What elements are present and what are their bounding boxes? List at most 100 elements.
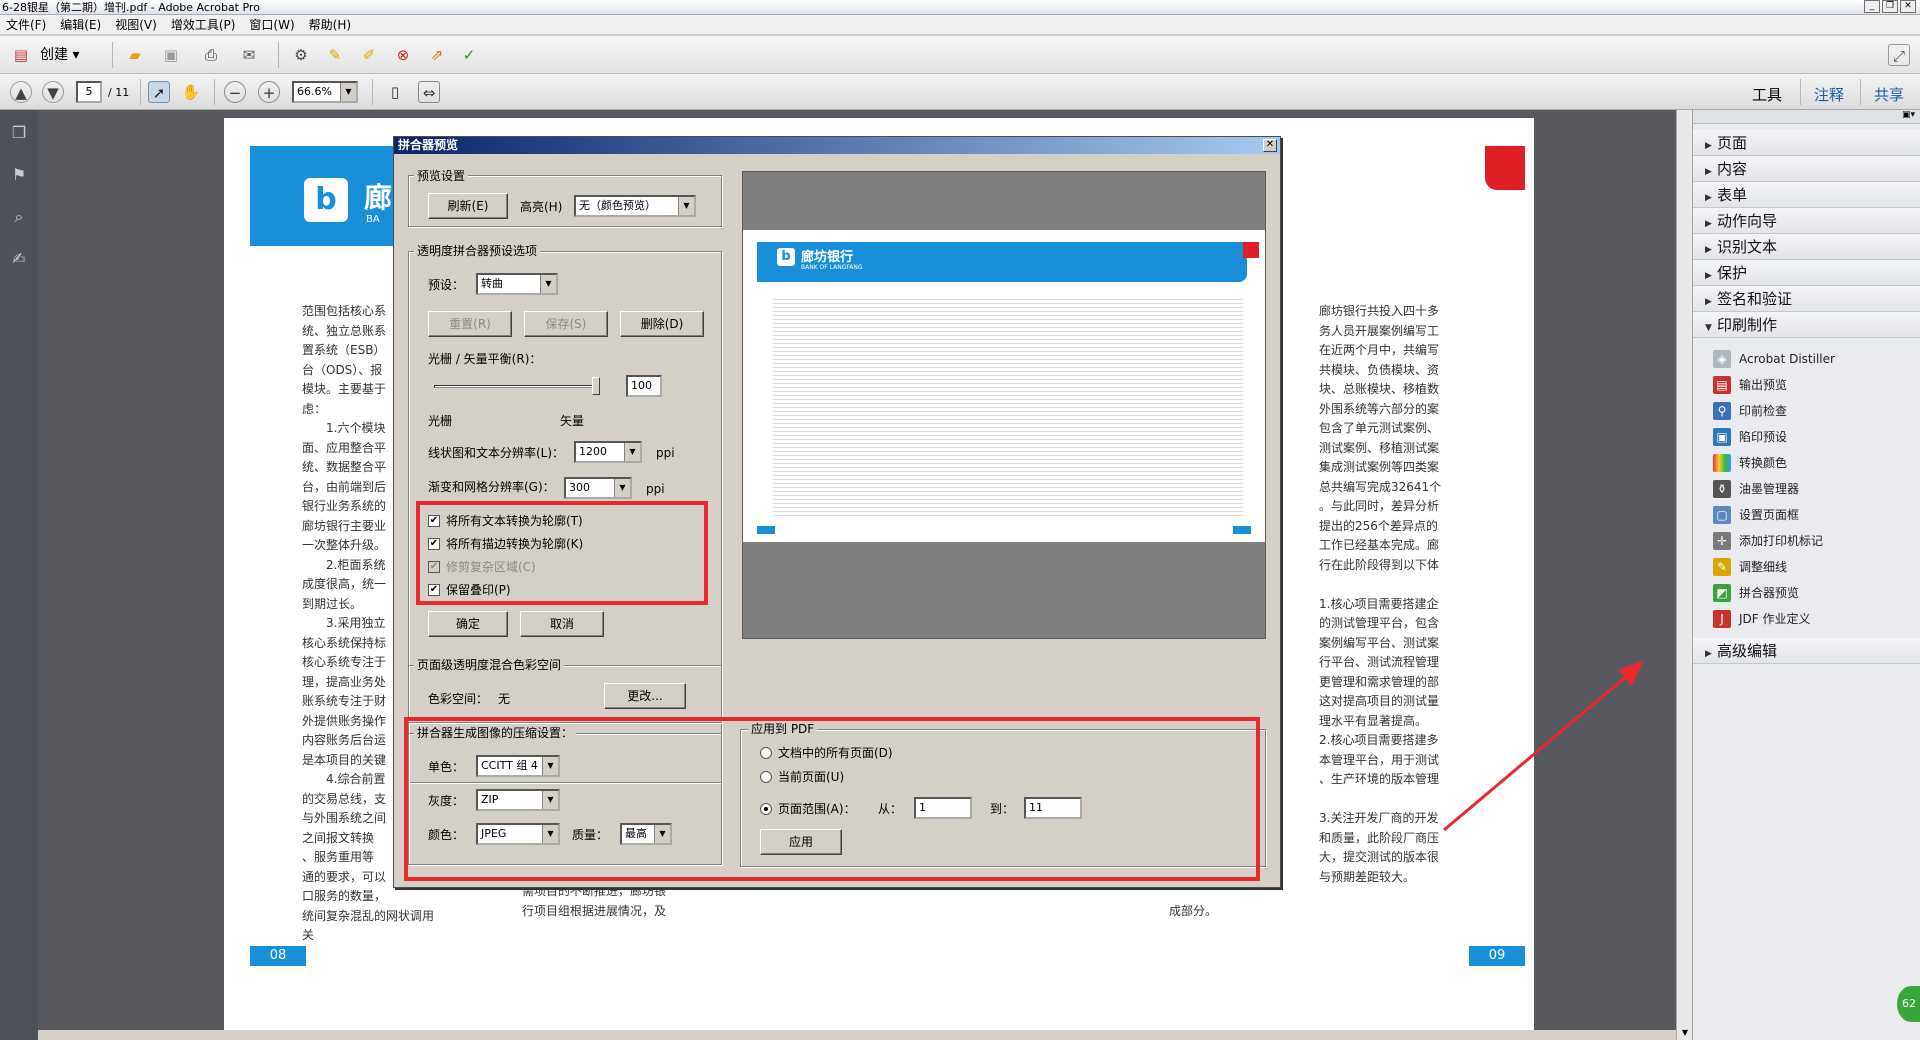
fullscreen-icon[interactable]: ⤢ [1888,44,1910,66]
zoom-select[interactable]: 66.6% ▼ [292,81,358,103]
comment-icon[interactable]: ✎ [324,44,346,66]
create-button[interactable]: 创建 ▾ [40,46,79,64]
dialog-close-icon[interactable]: ✕ [1263,139,1277,152]
change-color-space-button[interactable]: 更改... [604,683,686,709]
tool-trap-presets[interactable]: ▣ 陷印预设 [1713,424,1787,450]
window-title-bar: 6-28银星（第二期）增刊.pdf - Adobe Acrobat Pro [0,0,1920,15]
tool-jdf-job-definitions[interactable]: J JDF 作业定义 [1713,606,1811,632]
refresh-button[interactable]: 刷新(E) [428,193,508,219]
section-action-wizard[interactable]: ▶ 动作向导 [1693,208,1920,234]
menu-edit[interactable]: 编辑(E) [60,15,101,34]
text-line: 。与此同时，差异分析 [1319,499,1440,513]
section-print-production[interactable]: ▼ 印刷制作 [1693,312,1920,338]
caret-right-icon: ▶ [1705,649,1712,659]
redact-icon[interactable]: ⊗ [392,44,414,66]
printer-marks-icon: ✛ [1713,532,1731,550]
fit-width-icon[interactable]: ⇔ [418,81,440,103]
convert-colors-icon [1713,454,1731,472]
tool-output-preview[interactable]: ▤ 输出预览 [1713,372,1787,398]
text-line: 口服务的数量， [302,889,387,903]
floating-badge[interactable]: 62 [1897,986,1920,1022]
line-art-resolution-select[interactable]: 1200 ▼ [574,441,642,463]
menu-window[interactable]: 窗口(W) [249,15,294,34]
section-forms[interactable]: ▶ 表单 [1693,182,1920,208]
tool-set-page-boxes[interactable]: ▢ 设置页面框 [1713,502,1799,528]
menu-plugins[interactable]: 增效工具(P) [171,15,236,34]
tab-tools[interactable]: 工具 [1752,84,1782,105]
email-icon[interactable]: ✉ [238,44,260,66]
ok-button[interactable]: 确定 [428,611,508,637]
zoom-out-icon[interactable]: − [224,81,246,103]
restore-button[interactable]: ❐ [1882,0,1898,13]
tool-ink-manager[interactable]: ⚱ 油墨管理器 [1713,476,1799,502]
section-content[interactable]: ▶ 内容 [1693,156,1920,182]
print-icon[interactable]: ⎙ [200,44,222,66]
tool-flattener-preview[interactable]: ◩ 拼合器预览 [1713,580,1799,606]
hand-tool-icon[interactable]: ✋ [180,81,202,103]
highlight-icon[interactable]: ✐ [358,44,380,66]
annotation-highlight-box-options [416,501,708,605]
section-advanced-editing[interactable]: ▶ 高级编辑 [1693,638,1920,664]
scroll-down-icon[interactable]: ▼ [1679,1028,1691,1038]
text-line: 在近两个月中，共编写 [1319,343,1440,357]
cancel-button[interactable]: 取消 [520,611,604,637]
tab-comment[interactable]: 注释 [1814,84,1844,105]
dialog-title: 拼合器预览 [398,138,459,152]
save-preset-button[interactable]: 保存(S) [524,311,608,337]
section-pages[interactable]: ▶ 页面 [1693,130,1920,156]
tool-preflight[interactable]: ⚲ 印前检查 [1713,398,1787,424]
close-button[interactable]: ✕ [1900,0,1916,13]
section-protection[interactable]: ▶ 保护 [1693,260,1920,286]
section-sign-certify[interactable]: ▶ 签名和验证 [1693,286,1920,312]
toolbar-separator [278,42,279,68]
delete-preset-button[interactable]: 删除(D) [620,311,704,337]
select-cursor-icon[interactable]: ➚ [148,81,170,103]
jdf-icon: J [1713,610,1731,628]
section-recognize-text[interactable]: ▶ 识别文本 [1693,234,1920,260]
balance-slider-thumb[interactable] [592,377,600,395]
bookmark-icon[interactable]: ⚑ [8,164,30,186]
ppi-unit: ppi [646,482,665,496]
left-page-number: 08 [250,946,306,966]
fit-page-icon[interactable]: ▯ [384,81,406,103]
window-controls: _ ❐ ✕ [1864,0,1916,15]
open-folder-icon[interactable]: ▰ [124,44,146,66]
menu-help[interactable]: 帮助(H) [309,15,351,34]
reset-button[interactable]: 重置(R) [428,311,512,337]
toolbar-separator [372,79,373,105]
export-icon[interactable]: ⇗ [426,44,448,66]
page-total: / 11 [108,86,130,99]
highlight-select[interactable]: 无（颜色预览） ▼ [574,195,696,217]
tab-share[interactable]: 共享 [1874,84,1904,105]
preview-bank-sub: BANK OF LANGFANG [801,264,863,271]
tool-acrobat-distiller[interactable]: ◈ Acrobat Distiller [1713,346,1835,372]
save-icon[interactable]: ▣ [160,44,182,66]
menu-file[interactable]: 文件(F) [6,15,46,34]
gradient-resolution-select[interactable]: 300 ▼ [564,477,632,499]
zoom-in-icon[interactable]: + [258,81,280,103]
preset-select[interactable]: 转曲 ▼ [476,273,558,295]
minimize-button[interactable]: _ [1864,0,1880,13]
vertical-scrollbar[interactable]: ▼ [1676,110,1692,1040]
trap-presets-icon: ▣ [1713,428,1731,446]
next-page-icon[interactable]: ▼ [42,81,64,103]
balance-value-input[interactable]: 100 [626,375,662,397]
main-toolbar: ▤ 创建 ▾ ▰ ▣ ⎙ ✉ ⚙ ✎ ✐ ⊗ ⇗ ✓ ⤢ [0,36,1920,74]
attachment-icon[interactable]: ⌕ [8,206,30,228]
settings-gear-icon[interactable]: ⚙ [290,44,312,66]
menu-view[interactable]: 视图(V) [115,15,157,34]
sign-icon[interactable]: ✓ [458,44,480,66]
tool-fix-hairlines[interactable]: ✎ 调整细线 [1713,554,1787,580]
chevron-down-icon: ▼ [624,443,640,461]
previous-page-icon[interactable]: ▲ [10,81,32,103]
tool-label: 拼合器预览 [1739,586,1800,600]
toolbar-separator [1800,79,1801,105]
mid-column-text-2: 成部分。 [1169,904,1218,918]
tool-add-printer-marks[interactable]: ✛ 添加打印机标记 [1713,528,1823,554]
signature-icon[interactable]: ✍ [8,248,30,270]
panel-options-icon[interactable]: ▣▾ [1902,110,1915,120]
tool-convert-colors[interactable]: 转换颜色 [1713,450,1787,476]
page-number-input[interactable]: 5 [76,81,102,103]
page-thumbnails-icon[interactable]: ❐ [8,122,30,144]
balance-slider-track[interactable] [434,385,596,388]
